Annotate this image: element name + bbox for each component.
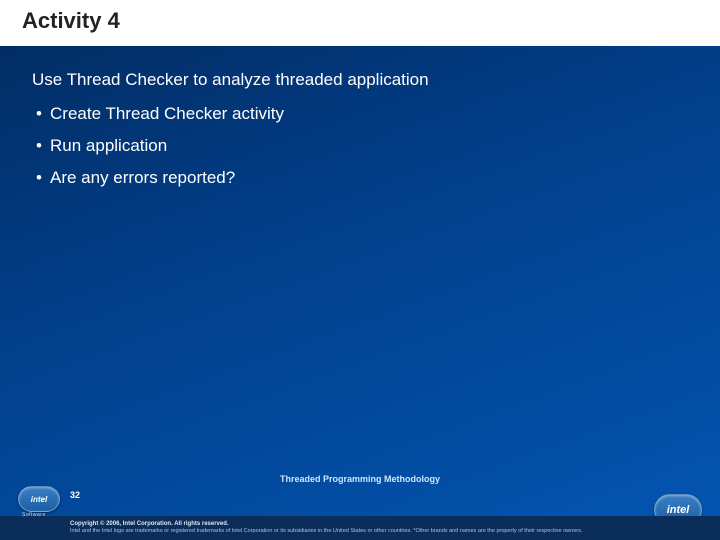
bullet-list: Create Thread Checker activity Run appli… — [32, 104, 698, 188]
copyright-bar: Copyright © 2006, Intel Corporation. All… — [0, 516, 720, 540]
trademark-text: Intel and the Intel logo are trademarks … — [70, 528, 708, 536]
title-bar: Activity 4 — [0, 0, 720, 46]
list-item: Run application — [36, 136, 698, 156]
lead-text: Use Thread Checker to analyze threaded a… — [32, 70, 698, 90]
intel-logo-icon: intel — [18, 486, 60, 512]
list-item: Create Thread Checker activity — [36, 104, 698, 124]
slide-number: 32 — [70, 490, 80, 500]
slide: Activity 4 Use Thread Checker to analyze… — [0, 0, 720, 540]
list-item: Are any errors reported? — [36, 168, 698, 188]
copyright-text: Copyright © 2006, Intel Corporation. All… — [70, 520, 708, 528]
footer-topic: Threaded Programming Methodology — [0, 474, 720, 484]
slide-title: Activity 4 — [22, 8, 698, 34]
intel-software-logo: intel — [18, 486, 60, 512]
content-area: Use Thread Checker to analyze threaded a… — [0, 46, 720, 188]
